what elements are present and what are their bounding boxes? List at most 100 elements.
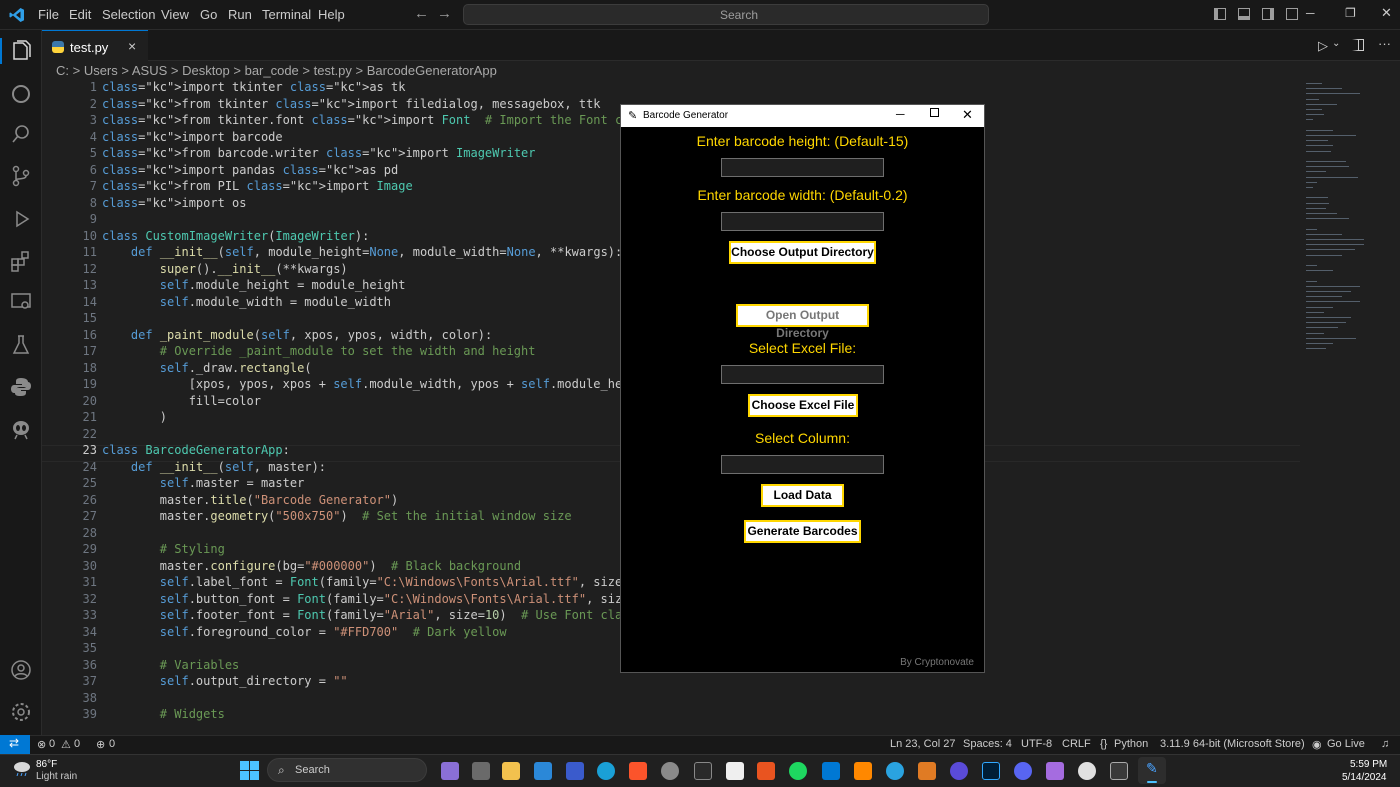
spotify-icon[interactable] <box>789 762 807 780</box>
copilot-alien-icon[interactable] <box>9 417 33 441</box>
code-line[interactable]: self.module_width = module_width <box>102 295 391 309</box>
code-line[interactable]: class="kc">import pandas class="kc">as p… <box>102 163 398 177</box>
code-line[interactable]: def __init__(self, module_height=None, m… <box>102 245 622 259</box>
menu-edit[interactable]: Edit <box>69 7 91 22</box>
telegram-icon[interactable] <box>886 762 904 780</box>
encoding[interactable]: UTF-8 <box>1021 738 1052 750</box>
code-line[interactable]: self.button_font = Font(family="C:\Windo… <box>102 592 659 606</box>
photoshop-icon[interactable] <box>982 762 1000 780</box>
manage-gear-icon[interactable] <box>9 700 33 724</box>
edge-icon[interactable] <box>597 762 615 780</box>
code-line[interactable]: def __init__(self, master): <box>102 460 326 474</box>
close-tab-icon[interactable]: × <box>128 38 136 54</box>
linux-tux-icon[interactable] <box>726 762 744 780</box>
ubuntu-icon[interactable] <box>757 762 775 780</box>
back-arrow-icon[interactable]: ← <box>414 5 429 22</box>
python-interpreter[interactable]: 3.11.9 64-bit (Microsoft Store) <box>1160 738 1305 750</box>
code-line[interactable]: master.title("Barcode Generator") <box>102 493 398 507</box>
remote-indicator[interactable]: ⇄ <box>0 735 30 754</box>
run-options-chevron-icon[interactable]: ⌄ <box>1332 38 1340 49</box>
notifications-bell-icon[interactable]: ♫ <box>1381 738 1389 750</box>
open-output-directory-button[interactable]: Open Output Directory <box>736 304 869 340</box>
code-line[interactable]: self.footer_font = Font(family="Arial", … <box>102 608 637 622</box>
breadcrumb[interactable]: C: > Users > ASUS > Desktop > bar_code >… <box>56 63 497 78</box>
menu-run[interactable]: Run <box>228 7 252 22</box>
code-line[interactable]: # Widgets <box>102 707 225 721</box>
cursor-position[interactable]: Ln 23, Col 27 <box>890 738 955 750</box>
toggle-panel-icon[interactable] <box>1238 8 1250 20</box>
windows-start-icon[interactable] <box>240 761 259 780</box>
remote-explorer-icon[interactable] <box>9 290 33 314</box>
code-line[interactable]: self._draw.rectangle( <box>102 361 312 375</box>
tab-test-py[interactable]: test.py × <box>42 30 148 61</box>
xampp-icon[interactable] <box>918 762 936 780</box>
choose-output-directory-button[interactable]: Choose Output Directory <box>729 241 876 264</box>
minimize-window-icon[interactable]: ─ <box>1306 6 1315 20</box>
ports-count[interactable]: 0 <box>109 738 115 750</box>
menu-terminal[interactable]: Terminal <box>262 7 311 22</box>
forward-arrow-icon[interactable]: → <box>437 5 452 22</box>
clock-date[interactable]: 5/14/2024 <box>1342 772 1387 783</box>
indentation[interactable]: Spaces: 4 <box>963 738 1012 750</box>
code-line[interactable]: class CustomImageWriter(ImageWriter): <box>102 229 369 243</box>
run-python-file-icon[interactable]: ▷ <box>1318 38 1328 54</box>
vscode-taskbar-icon[interactable] <box>822 762 840 780</box>
task-view-icon[interactable] <box>472 762 490 780</box>
copilot-app-icon[interactable] <box>441 762 459 780</box>
more-actions-icon[interactable]: ··· <box>1378 36 1391 51</box>
run-debug-icon[interactable] <box>9 207 33 231</box>
explorer-icon[interactable] <box>9 39 33 63</box>
code-line[interactable]: # Variables <box>102 658 239 672</box>
line-ending[interactable]: CRLF <box>1062 738 1091 750</box>
media-player-icon[interactable] <box>950 762 968 780</box>
code-line[interactable]: def _paint_module(self, xpos, ypos, widt… <box>102 328 492 342</box>
code-line[interactable]: self.label_font = Font(family="C:\Window… <box>102 575 651 589</box>
vlc-icon[interactable] <box>854 762 872 780</box>
weather-temp[interactable]: 86°F <box>36 759 57 770</box>
code-line[interactable]: fill=color <box>102 394 261 408</box>
code-line[interactable]: class="kc">import os <box>102 196 247 210</box>
discord-icon[interactable] <box>1014 762 1032 780</box>
settings-icon[interactable] <box>661 762 679 780</box>
minimap[interactable] <box>1300 79 1400 735</box>
code-line[interactable]: self.module_height = module_height <box>102 278 406 292</box>
menu-go[interactable]: Go <box>200 7 217 22</box>
mail-icon[interactable] <box>534 762 552 780</box>
code-line[interactable]: class="kc">from tkinter class="kc">impor… <box>102 97 601 111</box>
taskbar-search-box[interactable]: ⌕ Search <box>267 758 427 782</box>
search-icon[interactable] <box>9 122 33 146</box>
tk-maximize-icon[interactable] <box>930 108 939 117</box>
code-line[interactable]: self.master = master <box>102 476 305 490</box>
testing-flask-icon[interactable] <box>9 333 33 357</box>
tk-close-icon[interactable]: ✕ <box>962 107 973 123</box>
load-data-button[interactable]: Load Data <box>761 484 844 507</box>
toggle-secondary-sidebar-icon[interactable] <box>1262 8 1274 20</box>
generate-barcodes-button[interactable]: Generate Barcodes <box>744 520 861 543</box>
command-search-box[interactable]: Search <box>463 4 989 25</box>
python-icon[interactable] <box>9 375 33 399</box>
code-line[interactable]: master.geometry("500x750") # Set the ini… <box>102 509 572 523</box>
code-line[interactable]: # Styling <box>102 542 225 556</box>
split-editor-icon[interactable] <box>1352 39 1364 51</box>
menu-selection[interactable]: Selection <box>102 7 155 22</box>
visual-studio-icon[interactable] <box>1046 762 1064 780</box>
brave-icon[interactable] <box>629 762 647 780</box>
code-line[interactable]: [xpos, ypos, xpos + self.module_width, y… <box>102 377 659 391</box>
height-input[interactable] <box>721 158 884 177</box>
code-line[interactable]: self.foreground_color = "#FFD700" # Dark… <box>102 625 507 639</box>
go-live-button[interactable]: Go Live <box>1327 738 1365 750</box>
clock-time[interactable]: 5:59 PM <box>1350 759 1387 770</box>
customize-layout-icon[interactable] <box>1286 8 1298 20</box>
terminal-icon[interactable] <box>694 762 712 780</box>
code-line[interactable]: class="kc">from PIL class="kc">import Im… <box>102 179 413 193</box>
toggle-sidebar-icon[interactable] <box>1214 8 1226 20</box>
code-line[interactable]: # Override _paint_module to set the widt… <box>102 344 536 358</box>
code-line[interactable]: self.output_directory = "" <box>102 674 348 688</box>
warnings-count[interactable]: 0 <box>74 738 80 750</box>
code-line[interactable]: ) <box>102 410 167 424</box>
errors-count[interactable]: 0 <box>49 738 55 750</box>
code-line[interactable]: class="kc">import tkinter class="kc">as … <box>102 80 405 94</box>
file-explorer-icon[interactable] <box>502 762 520 780</box>
restore-window-icon[interactable]: ❐ <box>1345 6 1356 20</box>
column-select[interactable] <box>721 455 884 474</box>
